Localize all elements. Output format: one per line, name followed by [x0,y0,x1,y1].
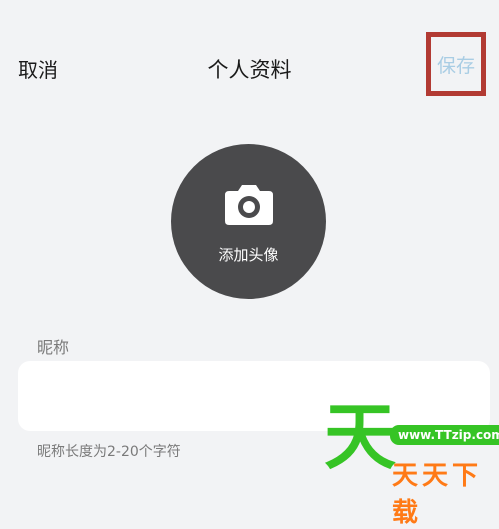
cancel-button[interactable]: 取消 [18,54,58,83]
save-button[interactable]: 保存 [437,51,475,78]
watermark-logo: 天 www.TTzip.com 天天下载 [320,401,499,528]
nickname-hint: 昵称长度为2-20个字符 [37,444,181,460]
watermark-glyph: 天 [324,395,397,479]
nickname-label: 昵称 [37,338,70,357]
avatar-label: 添加头像 [218,246,279,264]
save-highlight-box[interactable]: 保存 [426,32,486,96]
add-avatar-button[interactable]: 添加头像 [171,144,326,299]
watermark-url: www.TTzip.com [390,425,499,445]
page-title: 个人资料 [207,58,292,82]
watermark-name: 天天下载 [392,461,483,528]
camera-icon [225,185,273,225]
